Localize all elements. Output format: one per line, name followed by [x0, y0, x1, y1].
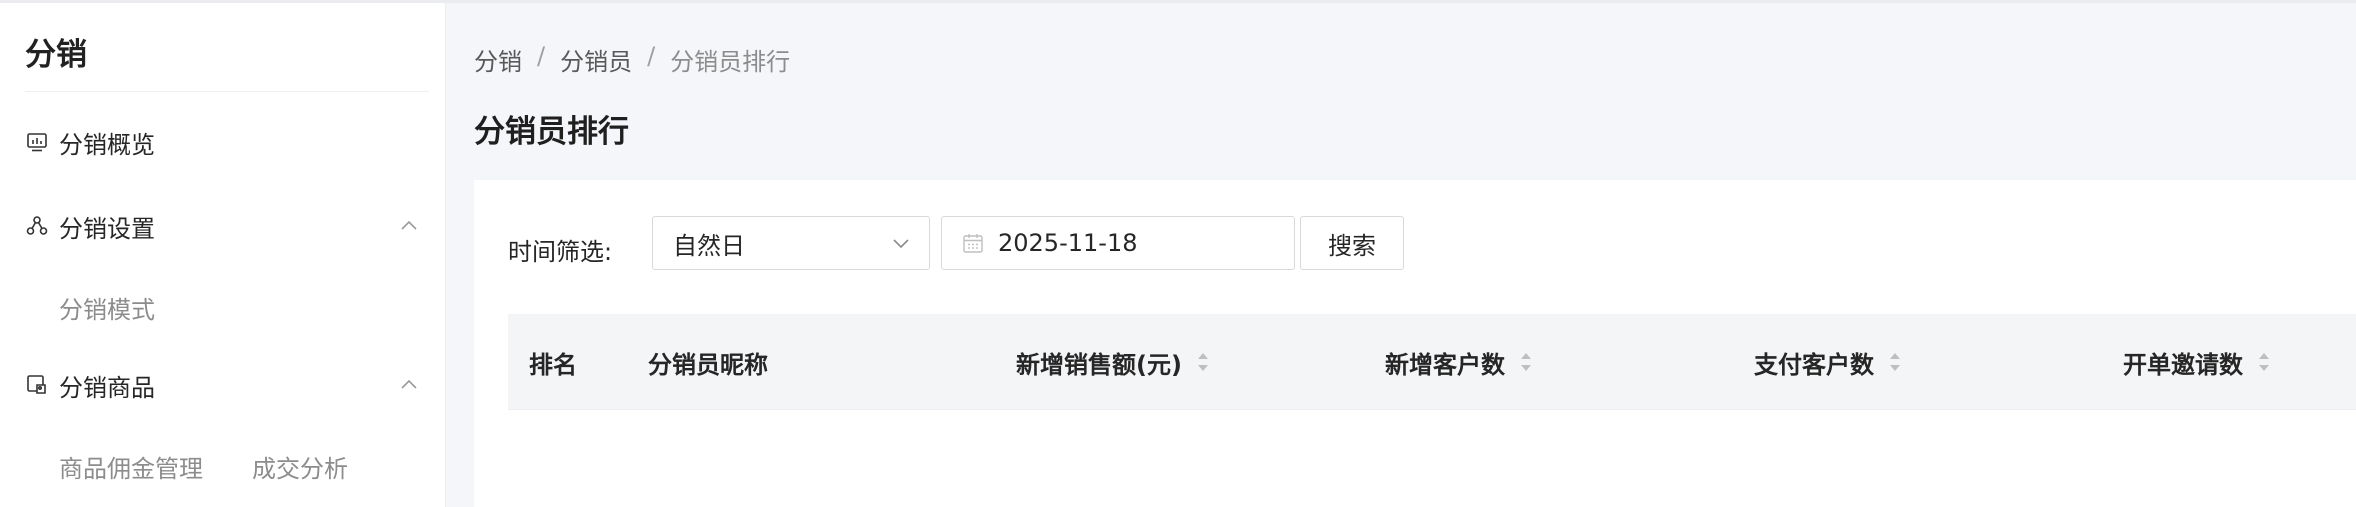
column-header-paying-customers[interactable]: 支付客户数 — [1754, 314, 1902, 410]
sort-icon[interactable] — [1196, 351, 1210, 373]
period-select[interactable]: 自然日 — [652, 216, 930, 270]
chevron-up-icon[interactable] — [398, 374, 420, 396]
table-header: 排名 分销员昵称 新增销售额(元) 新增客户数 支付客户数 开单邀请数 — [508, 314, 2356, 410]
distribution-network-icon — [25, 214, 49, 238]
sort-icon[interactable] — [1519, 351, 1533, 373]
sidebar-divider — [25, 91, 429, 92]
sidebar-title: 分销 — [25, 37, 87, 73]
column-header-label: 排名 — [529, 350, 577, 379]
column-header-invitations[interactable]: 开单邀请数 — [2123, 314, 2271, 410]
sidebar-subitem-commission[interactable]: 商品佣金管理 — [59, 449, 203, 484]
sort-icon[interactable] — [1888, 351, 1902, 373]
breadcrumb-item[interactable]: 分销员 — [560, 42, 632, 77]
sidebar-item-label: 分销设置 — [59, 214, 155, 243]
sidebar-item-settings[interactable]: 分销设置 — [25, 201, 435, 251]
dashboard-icon — [25, 130, 49, 154]
sidebar-item-label: 分销概览 — [59, 130, 155, 159]
column-header-label: 支付客户数 — [1754, 350, 1874, 379]
breadcrumb: 分销 / 分销员 / 分销员排行 — [474, 42, 790, 77]
sidebar-item-label: 分销商品 — [59, 373, 155, 402]
product-tag-icon — [25, 373, 49, 397]
breadcrumb-separator: / — [647, 42, 656, 70]
sidebar-subitem-mode[interactable]: 分销模式 — [59, 290, 155, 325]
sidebar-subitem-analysis[interactable]: 成交分析 — [252, 449, 348, 484]
breadcrumb-separator: / — [537, 42, 546, 70]
column-header-new-customers[interactable]: 新增客户数 — [1385, 314, 1533, 410]
chevron-up-icon[interactable] — [398, 215, 420, 237]
period-select-value: 自然日 — [673, 231, 745, 260]
sidebar-item-products[interactable]: 分销商品 — [25, 360, 435, 410]
page-title: 分销员排行 — [474, 114, 629, 150]
sort-icon[interactable] — [2257, 351, 2271, 373]
column-header-nickname: 分销员昵称 — [648, 314, 768, 410]
column-header-label: 新增销售额(元) — [1016, 350, 1182, 379]
sidebar-item-overview[interactable]: 分销概览 — [25, 117, 435, 167]
date-picker[interactable]: 2025-11-18 — [941, 216, 1295, 270]
column-header-rank: 排名 — [529, 314, 577, 410]
search-button[interactable]: 搜索 — [1300, 216, 1404, 270]
column-header-label: 分销员昵称 — [648, 350, 768, 379]
column-header-new-sales[interactable]: 新增销售额(元) — [1016, 314, 1210, 410]
filter-label: 时间筛选: — [508, 238, 613, 266]
column-header-label: 开单邀请数 — [2123, 350, 2243, 379]
sidebar: 分销 分销概览 分销设置 分销模式 分销商品 商品佣金管理 成交分析 — [0, 3, 446, 507]
chevron-down-icon — [893, 239, 909, 249]
content-card: 时间筛选: 自然日 2025-11-18 搜索 排名 分销员昵称 新增销售额(元… — [474, 180, 2356, 507]
calendar-icon — [963, 234, 983, 253]
breadcrumb-current: 分销员排行 — [670, 48, 791, 76]
column-header-label: 新增客户数 — [1385, 350, 1505, 379]
date-value: 2025-11-18 — [998, 229, 1138, 257]
breadcrumb-item[interactable]: 分销 — [474, 42, 522, 77]
